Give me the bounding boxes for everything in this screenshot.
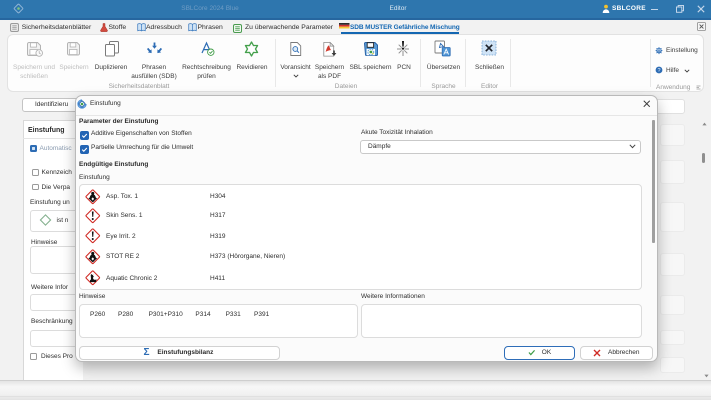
svg-text:?: ?	[657, 68, 660, 74]
